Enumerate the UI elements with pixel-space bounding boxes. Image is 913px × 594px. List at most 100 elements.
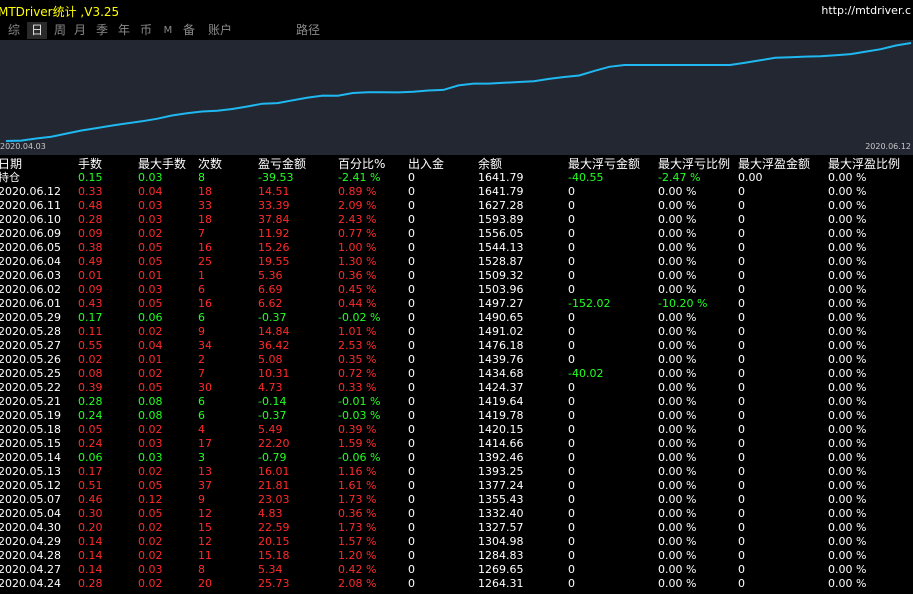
tab-8[interactable]: 备 xyxy=(179,22,199,39)
table-cell: 0.00 % xyxy=(658,367,697,380)
table-row[interactable]: 2020.05.21 0.28 0.08 6 -0.14 -0.01 % 0 1419.64 0… xyxy=(0,395,913,409)
table-cell: 2020.05.12 xyxy=(0,479,61,492)
table-cell: 8 xyxy=(198,171,205,184)
column-header[interactable]: 盈亏金额 xyxy=(258,157,306,171)
table-cell: 2.08 % xyxy=(338,577,377,590)
table-cell: 0.00 % xyxy=(658,227,697,240)
table-cell: 0 xyxy=(408,269,415,282)
table-row[interactable]: 2020.05.28 0.11 0.02 9 14.84 1.01 % 0 1491.02 0 0… xyxy=(0,325,913,339)
table-cell: 6.69 xyxy=(258,283,283,296)
table-cell: 0.00 % xyxy=(658,325,697,338)
table-cell: 0 xyxy=(568,325,575,338)
tab-9[interactable]: 账户 xyxy=(204,22,236,39)
table-cell: 21.81 xyxy=(258,479,290,492)
table-cell: 15.18 xyxy=(258,549,290,562)
table-row[interactable]: 2020.05.07 0.46 0.12 9 23.03 1.73 % 0 1355.43 0 0… xyxy=(0,493,913,507)
tab-10[interactable]: 路径 xyxy=(290,22,326,39)
table-row[interactable]: 2020.05.26 0.02 0.01 2 5.08 0.35 % 0 1439.76 0 0.… xyxy=(0,353,913,367)
table-cell: 0.38 xyxy=(78,241,103,254)
table-row[interactable]: 2020.06.04 0.49 0.05 25 19.55 1.30 % 0 1528.87 0… xyxy=(0,255,913,269)
table-row[interactable]: 2020.05.15 0.24 0.03 17 22.20 1.59 % 0 1414.66 0… xyxy=(0,437,913,451)
table-row[interactable]: 2020.04.29 0.14 0.02 12 20.15 1.57 % 0 1304.98 0… xyxy=(0,535,913,549)
table-cell: 0 xyxy=(408,311,415,324)
table-row[interactable]: 2020.06.03 0.01 0.01 1 5.36 0.36 % 0 1509.32 0 0.… xyxy=(0,269,913,283)
table-cell: 11 xyxy=(198,549,212,562)
table-cell: 0.45 % xyxy=(338,283,377,296)
table-cell: 0.00 % xyxy=(828,367,867,380)
column-header[interactable]: 次数 xyxy=(198,157,222,171)
table-row[interactable]: 2020.04.27 0.14 0.03 8 5.34 0.42 % 0 1269.65 0 0.… xyxy=(0,563,913,577)
table-row[interactable]: 2020.05.12 0.51 0.05 37 21.81 1.61 % 0 1377.24 0… xyxy=(0,479,913,493)
table-cell: 1414.66 xyxy=(478,437,524,450)
table-row[interactable]: 2020.06.12 0.33 0.04 18 14.51 0.89 % 0 1641.79 0… xyxy=(0,185,913,199)
column-header[interactable]: 最大浮亏比例 xyxy=(658,157,730,171)
table-header: 日期 手数 最大手数 次数 盈亏金额 百分比% 出入金 余额 最大浮亏金额 最大浮亏比例 最大浮盈金… xyxy=(0,157,913,171)
tab-6[interactable]: 币 xyxy=(136,22,156,39)
tab-4[interactable]: 季 xyxy=(92,22,112,39)
table-cell: 0.00 % xyxy=(658,521,697,534)
table-cell: 15 xyxy=(198,521,212,534)
table-cell: 1.73 % xyxy=(338,493,377,506)
table-cell: 10.31 xyxy=(258,367,290,380)
table-row[interactable]: 2020.06.01 0.43 0.05 16 6.62 0.44 % 0 1497.27 -1… xyxy=(0,297,913,311)
table-cell: 0.00 % xyxy=(658,507,697,520)
table-row[interactable]: 2020.06.11 0.48 0.03 33 33.39 2.09 % 0 1627.28 0… xyxy=(0,199,913,213)
table-row[interactable]: 2020.05.27 0.55 0.04 34 36.42 2.53 % 0 1476.18 0… xyxy=(0,339,913,353)
table-row[interactable]: 2020.06.09 0.09 0.02 7 11.92 0.77 % 0 1556.05 0 0… xyxy=(0,227,913,241)
table-cell: 0 xyxy=(738,493,745,506)
table-row[interactable]: 2020.05.25 0.08 0.02 7 10.31 0.72 % 0 1434.68 -4… xyxy=(0,367,913,381)
table-cell: 0.00 % xyxy=(658,241,697,254)
table-row[interactable]: 2020.05.04 0.30 0.05 12 4.83 0.36 % 0 1332.40 0 0… xyxy=(0,507,913,521)
table-row[interactable]: 2020.06.10 0.28 0.03 18 37.84 2.43 % 0 1593.89 0… xyxy=(0,213,913,227)
table-cell: 0.12 xyxy=(138,493,163,506)
table-row[interactable]: 2020.05.13 0.17 0.02 13 16.01 1.16 % 0 1393.25 0… xyxy=(0,465,913,479)
table-cell: 1497.27 xyxy=(478,297,524,310)
table-cell: 2020.05.15 xyxy=(0,437,61,450)
column-header[interactable]: 日期 xyxy=(0,157,22,171)
table-cell: 0 xyxy=(408,213,415,226)
table-cell: -0.03 % xyxy=(338,409,381,422)
table-row[interactable]: 2020.05.29 0.17 0.06 6 -0.37 -0.02 % 0 1490.65 0… xyxy=(0,311,913,325)
table-cell: 1420.15 xyxy=(478,423,524,436)
table-row[interactable]: 2020.05.22 0.39 0.05 30 4.73 0.33 % 0 1424.37 0 0… xyxy=(0,381,913,395)
column-header[interactable]: 最大浮盈金额 xyxy=(738,157,810,171)
table-row[interactable]: 持仓 0.15 0.03 8 -39.53 -2.41 % 0 1641.79 -40.55 -2… xyxy=(0,171,913,185)
table-cell: 0 xyxy=(568,185,575,198)
table-cell: 0.02 xyxy=(138,367,163,380)
table-row[interactable]: 2020.04.30 0.20 0.02 15 22.59 1.73 % 0 1327.57 0… xyxy=(0,521,913,535)
table-row[interactable]: 2020.06.02 0.09 0.03 6 6.69 0.45 % 0 1503.96 0 0.… xyxy=(0,283,913,297)
table-row[interactable]: 2020.04.24 0.28 0.02 20 25.73 2.08 % 0 1264.31 0… xyxy=(0,577,913,591)
tab-3[interactable]: 月 xyxy=(70,22,90,39)
table-cell: 0 xyxy=(568,395,575,408)
table-cell: 0 xyxy=(738,353,745,366)
table-cell: 1355.43 xyxy=(478,493,524,506)
table-cell: 0 xyxy=(738,255,745,268)
column-header[interactable]: 最大浮亏金额 xyxy=(568,157,640,171)
tab-5[interactable]: 年 xyxy=(114,22,134,39)
table-cell: 1377.24 xyxy=(478,479,524,492)
tab-1[interactable]: 日 xyxy=(27,22,47,39)
column-header[interactable]: 手数 xyxy=(78,157,102,171)
table-cell: 6 xyxy=(198,395,205,408)
column-header[interactable]: 最大浮盈比例 xyxy=(828,157,900,171)
column-header[interactable]: 余额 xyxy=(478,157,502,171)
table-cell: 0.03 xyxy=(138,451,163,464)
tab-0[interactable]: 综 xyxy=(4,22,24,39)
column-header[interactable]: 最大手数 xyxy=(138,157,186,171)
tab-2[interactable]: 周 xyxy=(50,22,70,39)
table-cell: 0.39 xyxy=(78,381,103,394)
website-link[interactable]: http://mtdriver.c xyxy=(821,4,911,17)
table-cell: 0.08 xyxy=(138,395,163,408)
table-row[interactable]: 2020.05.19 0.24 0.08 6 -0.37 -0.03 % 0 1419.78 0… xyxy=(0,409,913,423)
column-header[interactable]: 百分比% xyxy=(338,157,385,171)
tab-7[interactable]: M xyxy=(158,22,178,39)
table-row[interactable]: 2020.06.05 0.38 0.05 16 15.26 1.00 % 0 1544.13 0… xyxy=(0,241,913,255)
table-row[interactable]: 2020.04.28 0.14 0.02 11 15.18 1.20 % 0 1284.83 0… xyxy=(0,549,913,563)
table-cell: 0 xyxy=(738,213,745,226)
column-header[interactable]: 出入金 xyxy=(408,157,444,171)
table-row[interactable]: 2020.05.18 0.05 0.02 4 5.49 0.39 % 0 1420.15 0 0.… xyxy=(0,423,913,437)
table-row[interactable]: 2020.05.14 0.06 0.03 3 -0.79 -0.06 % 0 1392.46 0… xyxy=(0,451,913,465)
table-cell: 2.43 % xyxy=(338,213,377,226)
table-cell: 14.51 xyxy=(258,185,290,198)
table-cell: 2020.04.29 xyxy=(0,535,61,548)
